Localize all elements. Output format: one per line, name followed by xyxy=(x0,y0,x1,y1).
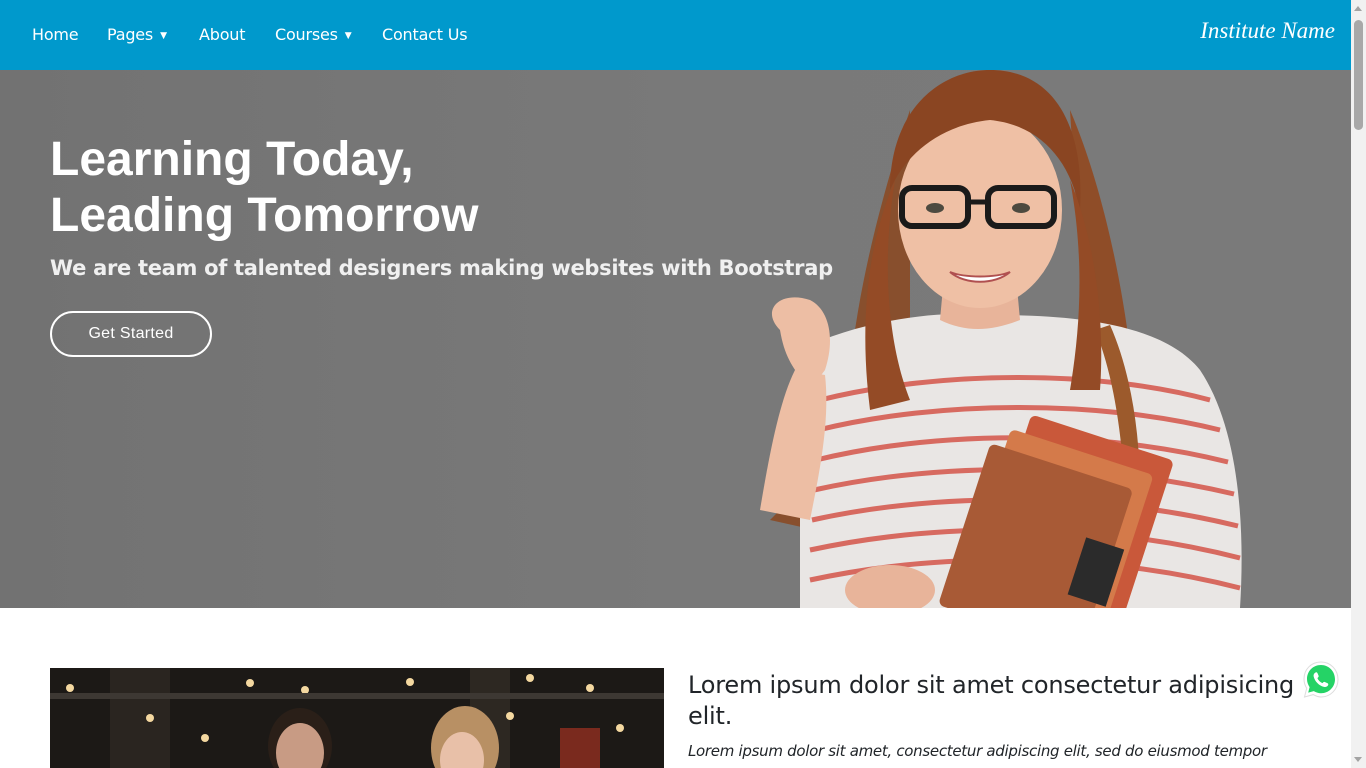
nav-contact-label: Contact Us xyxy=(382,25,468,44)
whatsapp-icon[interactable] xyxy=(1301,660,1341,700)
scroll-up-arrow-icon[interactable] xyxy=(1354,6,1362,11)
page: Home Pages ▼ About Courses ▼ Contact Us In… xyxy=(0,0,1351,768)
nav-about[interactable]: About xyxy=(199,25,246,45)
caret-down-icon: ▼ xyxy=(160,31,167,41)
caret-down-icon: ▼ xyxy=(344,31,352,41)
hero-subtitle: We are team of talented designers making… xyxy=(50,256,833,280)
nav-pages[interactable]: Pages ▼ xyxy=(107,25,167,46)
get-started-button[interactable]: Get Started xyxy=(50,311,212,357)
nav-courses[interactable]: Courses ▼ xyxy=(275,25,352,46)
nav-courses-label: Courses xyxy=(275,25,338,44)
hero-section: Learning Today, Leading Tomorrow We are … xyxy=(0,70,1351,608)
about-image xyxy=(50,668,664,768)
about-heading: Lorem ipsum dolor sit amet consectetur a… xyxy=(688,671,1295,730)
scroll-down-arrow-icon[interactable] xyxy=(1354,757,1362,762)
hero-title-line2: Leading Tomorrow xyxy=(50,189,479,242)
scrollbar-thumb[interactable] xyxy=(1354,20,1363,130)
about-text: Lorem ipsum dolor sit amet, consectetur … xyxy=(688,742,1267,760)
brand-name[interactable]: Institute Name xyxy=(1200,17,1335,45)
nav-pages-label: Pages xyxy=(107,25,154,44)
hero-student-image xyxy=(760,70,1242,608)
nav-home-label: Home xyxy=(32,25,79,44)
navbar: Home Pages ▼ About Courses ▼ Contact Us In… xyxy=(0,0,1351,70)
hero-title: Learning Today, Leading Tomorrow xyxy=(50,132,478,244)
hero-title-line1: Learning Today, xyxy=(50,133,414,186)
nav-about-label: About xyxy=(199,25,246,44)
nav-home[interactable]: Home xyxy=(32,25,79,45)
nav-contact[interactable]: Contact Us xyxy=(382,25,468,45)
vertical-scrollbar[interactable] xyxy=(1351,0,1366,768)
